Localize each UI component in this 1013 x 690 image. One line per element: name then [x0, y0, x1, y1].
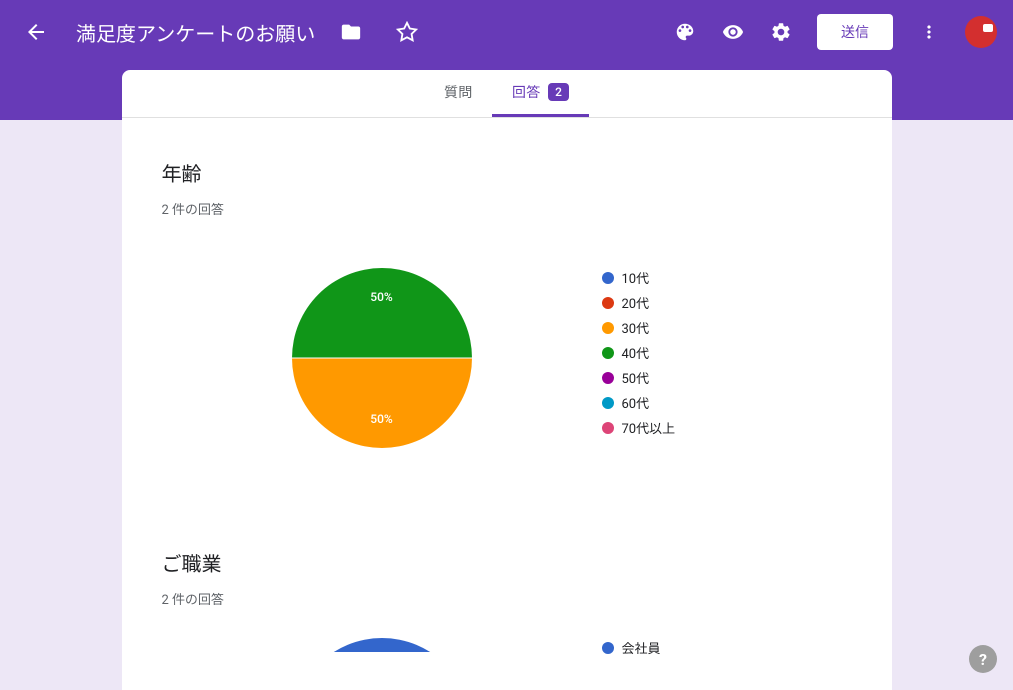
- header-right: 送信: [665, 12, 997, 52]
- gear-icon: [770, 21, 792, 43]
- tab-responses-label: 回答: [512, 82, 540, 102]
- legend-dot-icon: [602, 422, 614, 434]
- legend-dot-icon: [602, 322, 614, 334]
- legend-dot-icon: [602, 397, 614, 409]
- section-job: ご職業 2 件の回答: [122, 498, 892, 618]
- pie-age-wrap: 50% 50%: [162, 268, 602, 448]
- settings-button[interactable]: [761, 12, 801, 52]
- folder-button[interactable]: [331, 12, 371, 52]
- legend-item: 50代: [602, 368, 676, 387]
- tabs-bar: 質問 回答 2: [122, 70, 892, 118]
- section-job-count: 2 件の回答: [162, 589, 852, 608]
- legend-job: 会社員: [602, 638, 661, 657]
- tab-questions[interactable]: 質問: [424, 70, 492, 117]
- tab-responses[interactable]: 回答 2: [492, 70, 589, 117]
- more-button[interactable]: [909, 12, 949, 52]
- section-age: 年齢 2 件の回答: [122, 118, 892, 238]
- section-age-title: 年齢: [162, 158, 852, 187]
- folder-icon: [340, 21, 362, 43]
- legend-item: 40代: [602, 343, 676, 362]
- eye-icon: [722, 21, 744, 43]
- app-header: 満足度アンケートのお願い 送信: [0, 0, 1013, 64]
- star-outline-icon: [396, 21, 418, 43]
- section-age-count: 2 件の回答: [162, 199, 852, 218]
- palette-icon: [674, 21, 696, 43]
- form-title[interactable]: 満足度アンケートのお願い: [76, 18, 315, 47]
- pie-label-top: 50%: [370, 290, 392, 304]
- legend-dot-icon: [602, 372, 614, 384]
- legend-item: 30代: [602, 318, 676, 337]
- chart-age-area: 50% 50% 10代 20代 30代 40代 50代 60代 70代以上: [122, 238, 892, 498]
- legend-item: 10代: [602, 268, 676, 287]
- pie-chart-job-partial: [292, 638, 472, 652]
- responses-count-badge: 2: [548, 83, 569, 101]
- chart-job-area: 会社員: [122, 618, 892, 657]
- main-card: 質問 回答 2 年齢 2 件の回答 50% 50% 10代: [122, 70, 892, 690]
- legend-dot-icon: [602, 272, 614, 284]
- legend-item: 20代: [602, 293, 676, 312]
- arrow-left-icon: [24, 20, 48, 44]
- section-job-title: ご職業: [162, 548, 852, 577]
- preview-button[interactable]: [713, 12, 753, 52]
- theme-button[interactable]: [665, 12, 705, 52]
- legend-dot-icon: [602, 347, 614, 359]
- legend-dot-icon: [602, 297, 614, 309]
- legend-dot-icon: [602, 642, 614, 654]
- back-button[interactable]: [16, 12, 56, 52]
- legend-item: 70代以上: [602, 418, 676, 437]
- send-button[interactable]: 送信: [817, 14, 893, 50]
- legend-item: 会社員: [602, 638, 661, 657]
- legend-age: 10代 20代 30代 40代 50代 60代 70代以上: [602, 268, 676, 437]
- pie-label-bottom: 50%: [370, 412, 392, 426]
- tab-questions-label: 質問: [444, 82, 472, 102]
- legend-item: 60代: [602, 393, 676, 412]
- more-vert-icon: [919, 22, 939, 42]
- help-button[interactable]: ?: [969, 645, 997, 673]
- pie-job-wrap: [162, 638, 602, 652]
- header-left: 満足度アンケートのお願い: [16, 12, 427, 52]
- content-wrapper: 質問 回答 2 年齢 2 件の回答 50% 50% 10代: [0, 64, 1013, 690]
- user-avatar[interactable]: [965, 16, 997, 48]
- star-button[interactable]: [387, 12, 427, 52]
